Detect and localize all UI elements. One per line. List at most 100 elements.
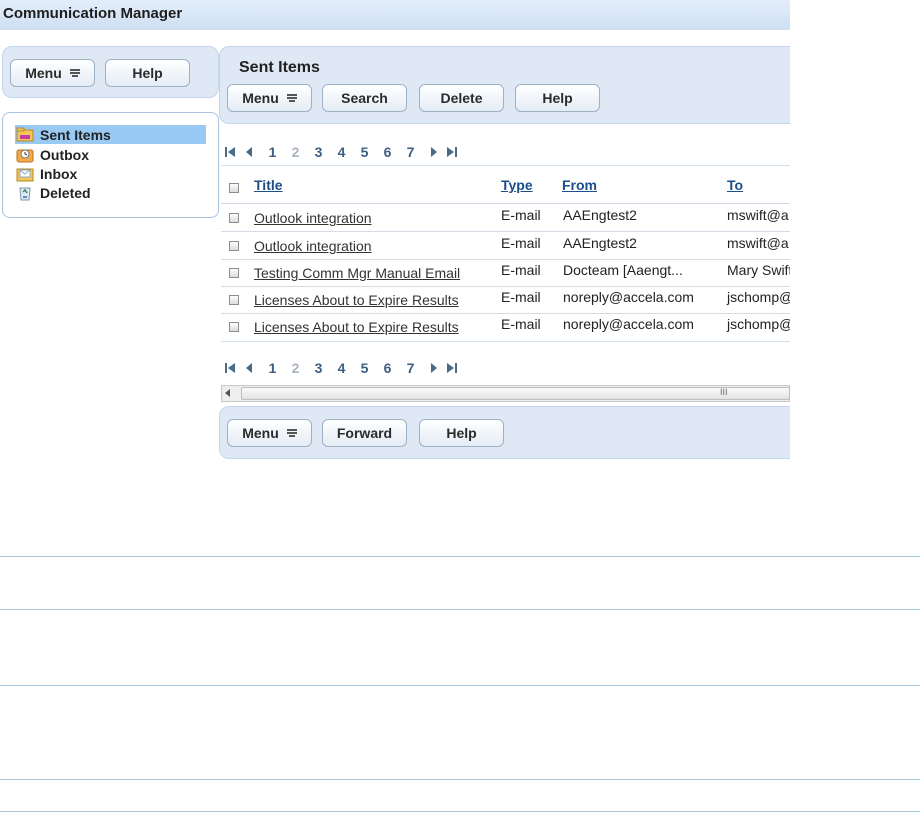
sent-items-icon (16, 127, 34, 141)
row-checkbox[interactable] (229, 322, 239, 332)
message-from: noreply@accela.com (563, 289, 694, 305)
pager-bottom: 1 2 3 4 5 6 7 (224, 359, 458, 377)
menu-button[interactable]: Menu (227, 84, 312, 112)
help-button[interactable]: Help (515, 84, 600, 112)
page-link-4[interactable]: 4 (330, 144, 353, 160)
table-row[interactable]: Outlook integration E-mail AAEngtest2 ms… (221, 232, 790, 260)
horizontal-scrollbar[interactable]: III (221, 385, 790, 402)
column-header-to[interactable]: To (727, 177, 743, 193)
page-link-6[interactable]: 6 (376, 360, 399, 376)
inbox-icon (16, 168, 34, 181)
divider-line (0, 811, 920, 812)
search-button[interactable]: Search (322, 84, 407, 112)
next-page-icon[interactable] (430, 362, 438, 374)
message-to: Mary Swift (727, 262, 790, 278)
page-link-1[interactable]: 1 (261, 360, 284, 376)
table-row[interactable]: Licenses About to Expire Results E-mail … (221, 286, 790, 314)
page-link-4[interactable]: 4 (330, 360, 353, 376)
folder-label: Sent Items (40, 126, 111, 143)
pager-top: 1 2 3 4 5 6 7 (224, 143, 458, 161)
help-label: Help (542, 90, 573, 106)
message-title-link[interactable]: Licenses About to Expire Results (254, 292, 459, 308)
scrollbar-thumb[interactable]: III (241, 387, 790, 400)
main-header-panel: Sent Items Menu Search Delete Help (219, 46, 809, 124)
app-title: Communication Manager (3, 5, 183, 22)
page-link-5[interactable]: 5 (353, 144, 376, 160)
message-title-link[interactable]: Testing Comm Mgr Manual Email (254, 265, 460, 281)
bottom-menu-label: Menu (242, 425, 279, 441)
table-header: Title Type From To (221, 166, 790, 204)
menu-dropdown-icon (69, 68, 80, 78)
page-title: Sent Items (239, 59, 320, 76)
left-menu-label: Menu (25, 65, 62, 81)
table-row[interactable]: Testing Comm Mgr Manual Email E-mail Doc… (221, 259, 790, 287)
select-all-checkbox[interactable] (229, 183, 239, 193)
message-from: Docteam [Aaengt... (563, 262, 683, 278)
left-menu-button[interactable]: Menu (10, 59, 95, 87)
table-row[interactable]: Outlook integration E-mail AAEngtest2 ms… (221, 204, 790, 232)
forward-label: Forward (336, 425, 393, 441)
page-link-7[interactable]: 7 (399, 144, 422, 160)
divider-line (0, 609, 920, 610)
folder-sent-items[interactable]: Sent Items (15, 125, 206, 144)
folder-deleted[interactable]: Deleted (15, 183, 91, 202)
folder-label: Inbox (40, 165, 78, 182)
recycle-icon (19, 187, 31, 200)
divider-line (0, 556, 920, 557)
search-label: Search (341, 90, 388, 106)
bottom-help-button[interactable]: Help (419, 419, 504, 447)
next-page-icon[interactable] (430, 146, 438, 158)
page-link-2: 2 (291, 360, 300, 376)
folder-outbox[interactable]: Outbox (15, 145, 89, 164)
message-type: E-mail (501, 289, 541, 305)
message-from: AAEngtest2 (563, 207, 637, 223)
message-type: E-mail (501, 207, 541, 223)
forward-button[interactable]: Forward (322, 419, 407, 447)
message-type: E-mail (501, 316, 541, 332)
prev-page-icon[interactable] (245, 362, 253, 374)
page-link-3[interactable]: 3 (307, 144, 330, 160)
message-to: mswift@a (727, 235, 789, 251)
bottom-menu-button[interactable]: Menu (227, 419, 312, 447)
row-checkbox[interactable] (229, 295, 239, 305)
folder-inbox[interactable]: Inbox (15, 164, 77, 183)
message-to: jschomp@ (727, 289, 790, 305)
left-help-button[interactable]: Help (105, 59, 190, 87)
menu-dropdown-icon (286, 428, 297, 438)
folder-tree: Sent Items Outbox Inbox Deleted (2, 112, 219, 218)
first-page-icon[interactable] (224, 362, 236, 374)
bottom-help-label: Help (446, 425, 477, 441)
last-page-icon[interactable] (446, 146, 458, 158)
page-link-1[interactable]: 1 (261, 144, 284, 160)
page-link-3[interactable]: 3 (307, 360, 330, 376)
first-page-icon[interactable] (224, 146, 236, 158)
menu-dropdown-icon (286, 93, 297, 103)
left-help-label: Help (132, 65, 163, 81)
row-checkbox[interactable] (229, 213, 239, 223)
prev-page-icon[interactable] (245, 146, 253, 158)
row-checkbox[interactable] (229, 241, 239, 251)
delete-button[interactable]: Delete (419, 84, 504, 112)
last-page-icon[interactable] (446, 362, 458, 374)
page-link-2: 2 (291, 144, 300, 160)
folder-label: Outbox (40, 146, 89, 163)
message-title-link[interactable]: Licenses About to Expire Results (254, 319, 459, 335)
message-type: E-mail (501, 235, 541, 251)
message-title-link[interactable]: Outlook integration (254, 210, 372, 226)
column-header-from[interactable]: From (562, 177, 597, 193)
scroll-left-icon[interactable] (225, 389, 230, 397)
message-to: jschomp@ (727, 316, 790, 332)
table-row[interactable]: Licenses About to Expire Results E-mail … (221, 313, 790, 340)
page-link-6[interactable]: 6 (376, 144, 399, 160)
left-toolbar: Menu Help (2, 46, 219, 98)
messages-table: Title Type From To Outlook integration E… (221, 165, 790, 342)
column-header-title[interactable]: Title (254, 177, 283, 193)
page-link-7[interactable]: 7 (399, 360, 422, 376)
folder-label: Deleted (40, 184, 91, 201)
column-header-type[interactable]: Type (501, 177, 533, 193)
page-margin (790, 0, 920, 470)
message-from: noreply@accela.com (563, 316, 694, 332)
message-title-link[interactable]: Outlook integration (254, 238, 372, 254)
page-link-5[interactable]: 5 (353, 360, 376, 376)
row-checkbox[interactable] (229, 268, 239, 278)
